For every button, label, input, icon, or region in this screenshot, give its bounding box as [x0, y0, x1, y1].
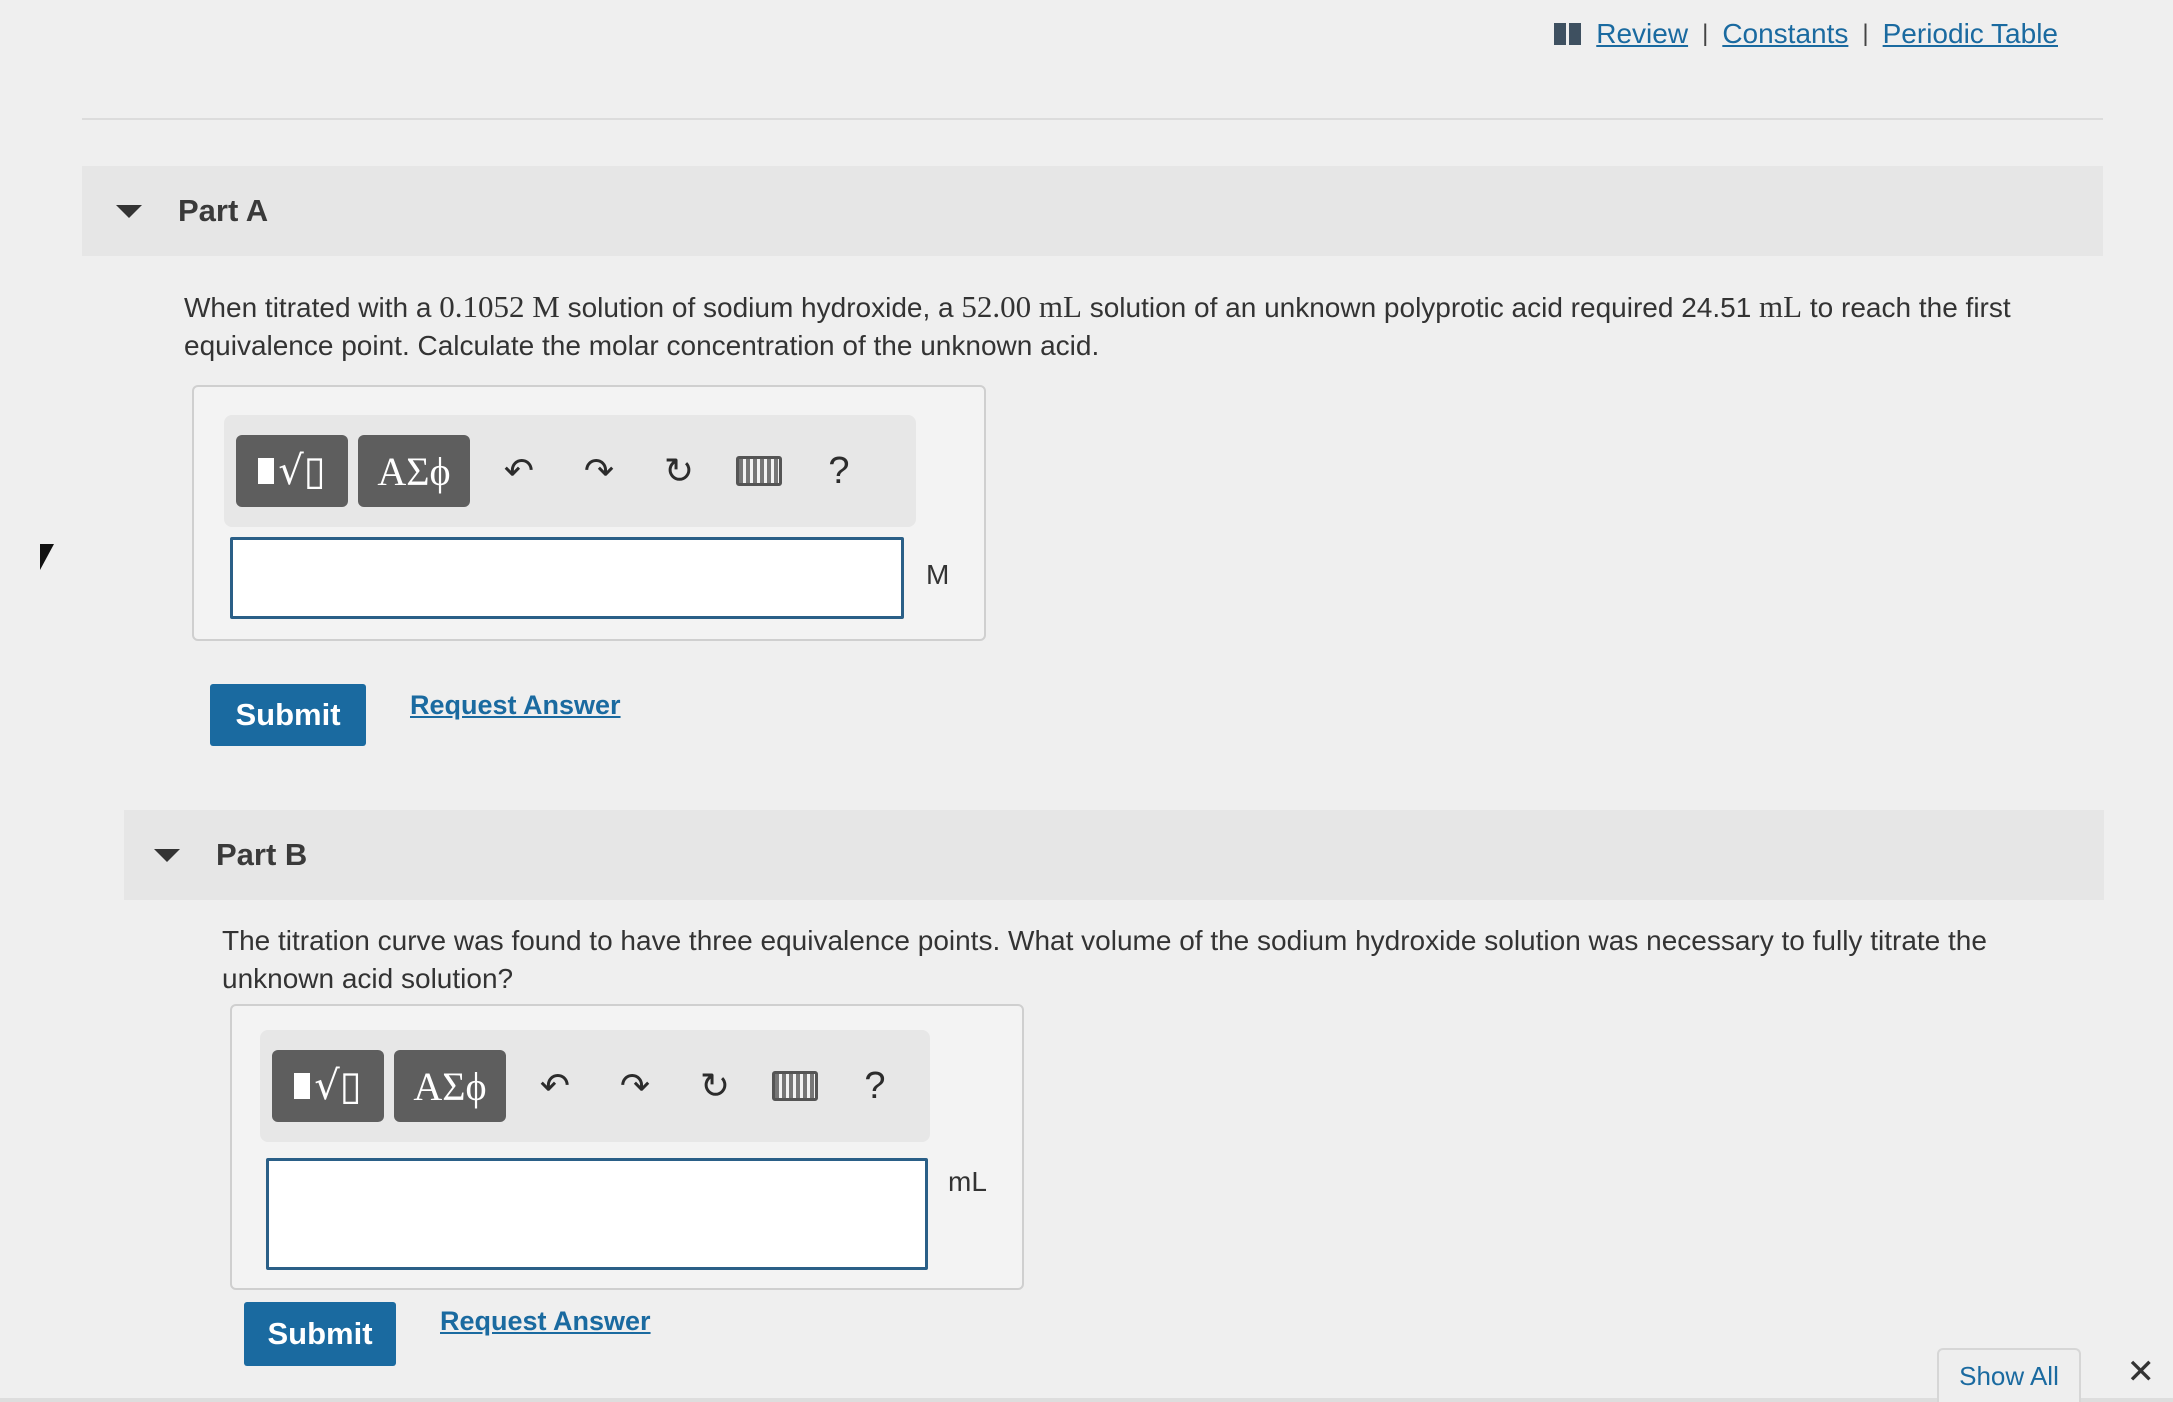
part-b-question: The titration curve was found to have th…	[222, 925, 1987, 994]
undo-icon[interactable]: ↶	[524, 1055, 586, 1117]
reset-icon[interactable]: ↻	[684, 1055, 746, 1117]
answer-input[interactable]	[266, 1158, 928, 1270]
math-toolbar: √▯ ΑΣϕ ↶ ↷ ↻ ?	[260, 1030, 930, 1142]
submit-button[interactable]: Submit	[210, 684, 366, 746]
help-icon[interactable]: ?	[844, 1055, 906, 1117]
acid-volume: 52.00 mL	[961, 289, 1082, 324]
link-separator: |	[1702, 20, 1709, 47]
part-b-header[interactable]: Part B	[124, 810, 2104, 900]
unit-label: M	[926, 559, 950, 590]
radical-icon: √▯	[314, 1063, 362, 1109]
resource-links: Review | Constants | Periodic Table	[1554, 18, 2058, 50]
template-square-icon	[294, 1073, 311, 1099]
close-icon[interactable]: ✕	[2127, 1352, 2156, 1392]
downloads-bar	[0, 1398, 2173, 1402]
radical-icon: √▯	[278, 448, 326, 494]
constants-link[interactable]: Constants	[1722, 18, 1848, 50]
request-answer-link[interactable]: Request Answer	[440, 1306, 651, 1337]
submit-button[interactable]: Submit	[244, 1302, 396, 1366]
part-a-answer-box: √▯ ΑΣϕ ↶ ↷ ↻ ? M	[192, 385, 986, 641]
answer-input[interactable]	[230, 537, 904, 619]
divider	[82, 118, 2103, 120]
collapse-caret-icon[interactable]	[154, 848, 180, 862]
mouse-cursor-icon	[40, 544, 54, 570]
naoh-concentration: 0.1052 M	[439, 289, 560, 324]
unit-label: mL	[948, 1166, 987, 1197]
collapse-caret-icon[interactable]	[116, 204, 142, 218]
keyboard-icon[interactable]	[764, 1055, 826, 1117]
volume-unit: mL	[1759, 289, 1803, 324]
show-all-button[interactable]: Show All	[1937, 1348, 2081, 1402]
symbols-button[interactable]: ΑΣϕ	[394, 1050, 506, 1122]
templates-button[interactable]: √▯	[236, 435, 348, 507]
help-icon[interactable]: ?	[808, 440, 870, 502]
part-a-question: When titrated with a 0.1052 M solution o…	[184, 289, 2011, 361]
keyboard-icon[interactable]	[728, 440, 790, 502]
redo-icon[interactable]: ↷	[568, 440, 630, 502]
template-square-icon	[258, 458, 275, 484]
symbols-button[interactable]: ΑΣϕ	[358, 435, 470, 507]
part-a-header[interactable]: Part A	[82, 166, 2103, 256]
part-a-title: Part A	[178, 193, 269, 228]
undo-icon[interactable]: ↶	[488, 440, 550, 502]
math-toolbar: √▯ ΑΣϕ ↶ ↷ ↻ ?	[224, 415, 916, 527]
templates-button[interactable]: √▯	[272, 1050, 384, 1122]
redo-icon[interactable]: ↷	[604, 1055, 666, 1117]
review-link[interactable]: Review	[1596, 18, 1688, 50]
periodic-table-link[interactable]: Periodic Table	[1883, 18, 2058, 50]
part-b-answer-box: √▯ ΑΣϕ ↶ ↷ ↻ ? mL	[230, 1004, 1024, 1290]
book-icon	[1554, 23, 1582, 45]
request-answer-link[interactable]: Request Answer	[410, 690, 621, 721]
part-b-title: Part B	[216, 837, 308, 872]
link-separator: |	[1862, 20, 1869, 47]
reset-icon[interactable]: ↻	[648, 440, 710, 502]
